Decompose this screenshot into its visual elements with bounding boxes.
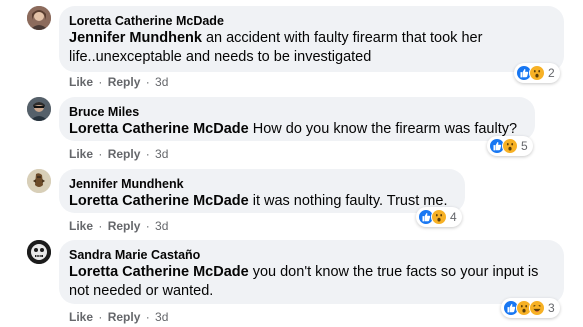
separator-dot: · <box>142 147 154 161</box>
user-photo-icon <box>27 240 51 264</box>
comment-timestamp[interactable]: 3d <box>155 147 168 161</box>
user-photo-icon <box>27 6 51 30</box>
like-link[interactable]: Like <box>69 147 93 161</box>
like-link[interactable]: Like <box>69 310 93 324</box>
comment-author[interactable]: Sandra Marie Castaño <box>69 247 554 263</box>
comment-author[interactable]: Jennifer Mundhenk <box>69 176 455 192</box>
avatar[interactable] <box>27 97 51 121</box>
reaction-summary[interactable]: 5 <box>487 136 533 156</box>
comment-timestamp[interactable]: 3d <box>155 219 168 233</box>
mention-link[interactable]: Loretta Catherine McDade <box>69 193 249 209</box>
separator-dot: · <box>142 75 154 89</box>
mention-link[interactable]: Loretta Catherine McDade <box>69 264 249 280</box>
separator-dot: · <box>95 310 106 324</box>
comment-text: Loretta Catherine McDade it was nothing … <box>69 193 448 209</box>
haha-reaction-icon <box>529 300 545 316</box>
comment-author[interactable]: Bruce Miles <box>69 104 525 120</box>
avatar[interactable] <box>27 6 51 30</box>
reply-link[interactable]: Reply <box>108 75 141 89</box>
reaction-summary[interactable]: 2 <box>514 63 560 83</box>
reaction-count: 2 <box>548 66 555 80</box>
comment-actions: Like · Reply · 3d <box>69 219 168 233</box>
comment-text: Loretta Catherine McDade you don't know … <box>69 264 539 299</box>
separator-dot: · <box>95 147 106 161</box>
wow-reaction-icon <box>502 138 518 154</box>
comment-bubble: Sandra Marie Castaño Loretta Catherine M… <box>59 240 564 304</box>
reply-link[interactable]: Reply <box>108 310 141 324</box>
wow-reaction-icon <box>529 65 545 81</box>
reaction-count: 5 <box>521 139 528 153</box>
comment-actions: Like · Reply · 3d <box>69 147 168 161</box>
reply-link[interactable]: Reply <box>108 219 141 233</box>
reply-link[interactable]: Reply <box>108 147 141 161</box>
comment-text: Loretta Catherine McDade How do you know… <box>69 121 518 137</box>
comment-actions: Like · Reply · 3d <box>69 75 168 89</box>
user-photo-icon <box>27 97 51 121</box>
comment-text: Jennifer Mundhenk an accident with fault… <box>69 30 483 65</box>
comment-author[interactable]: Loretta Catherine McDade <box>69 13 554 29</box>
user-photo-icon <box>27 169 51 193</box>
separator-dot: · <box>95 219 106 233</box>
avatar[interactable] <box>27 169 51 193</box>
separator-dot: · <box>142 310 154 324</box>
like-link[interactable]: Like <box>69 219 93 233</box>
comment-bubble: Jennifer Mundhenk Loretta Catherine McDa… <box>59 169 465 213</box>
comment-actions: Like · Reply · 3d <box>69 310 168 324</box>
comment-timestamp[interactable]: 3d <box>155 75 168 89</box>
reaction-summary[interactable]: 4 <box>416 207 462 227</box>
wow-reaction-icon <box>431 209 447 225</box>
separator-dot: · <box>142 219 154 233</box>
reaction-summary[interactable]: 3 <box>501 298 560 318</box>
separator-dot: · <box>95 75 106 89</box>
comment-bubble: Loretta Catherine McDade Jennifer Mundhe… <box>59 6 564 72</box>
comment-bubble: Bruce Miles Loretta Catherine McDade How… <box>59 97 535 141</box>
avatar[interactable] <box>27 240 51 264</box>
like-link[interactable]: Like <box>69 75 93 89</box>
comment-timestamp[interactable]: 3d <box>155 310 168 324</box>
mention-link[interactable]: Jennifer Mundhenk <box>69 30 202 46</box>
reaction-count: 3 <box>548 301 555 315</box>
reaction-count: 4 <box>450 210 457 224</box>
mention-link[interactable]: Loretta Catherine McDade <box>69 121 249 137</box>
